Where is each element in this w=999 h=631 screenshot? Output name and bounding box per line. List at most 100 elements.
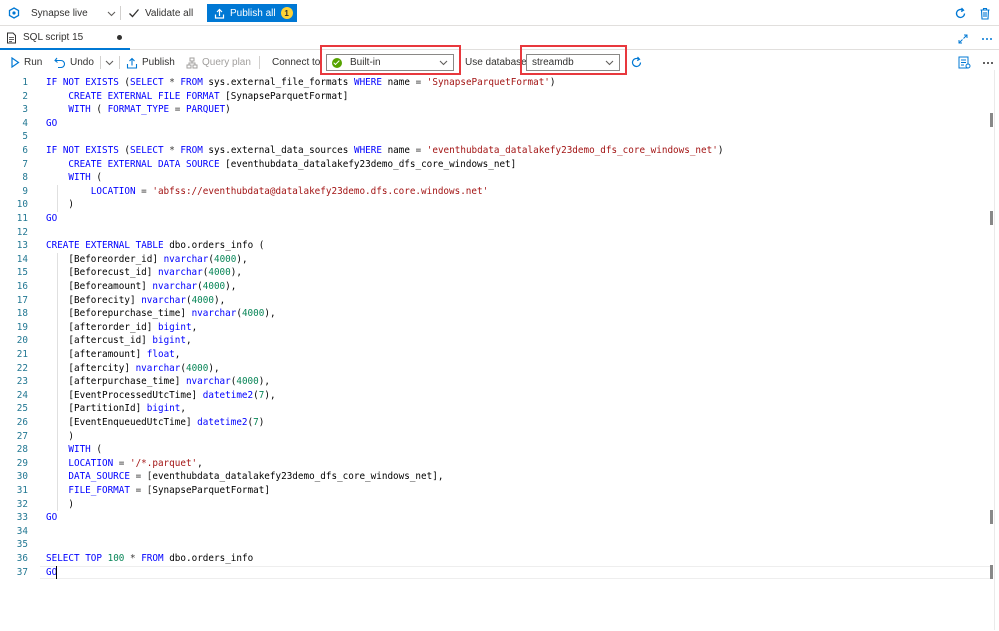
code-line[interactable]: 17 [Beforecity] nvarchar(4000), xyxy=(0,294,990,308)
workspace-mode-dropdown[interactable]: Synapse live xyxy=(8,0,116,26)
editor-toolbar: Run Undo Publish Query plan Connect to B… xyxy=(0,45,999,75)
code-line[interactable]: 21 [afteramount] float, xyxy=(0,348,990,362)
line-number: 5 xyxy=(22,131,28,143)
pending-changes-badge: 1 xyxy=(280,7,293,19)
discard-all-button[interactable] xyxy=(979,0,991,26)
line-number: 14 xyxy=(16,253,28,265)
code-text: [EventEnqueuedUtcTime] datetime2(7) xyxy=(46,417,265,428)
tab-sql-script[interactable]: SQL script 15 xyxy=(0,27,130,50)
query-plan-button[interactable]: Query plan xyxy=(186,51,251,74)
maximize-button[interactable] xyxy=(958,27,968,50)
code-line[interactable]: 31 FILE_FORMAT = [SynapseParquetFormat] xyxy=(0,484,990,498)
run-button[interactable]: Run xyxy=(10,51,42,74)
code-line[interactable]: 4 GO xyxy=(0,117,990,131)
indent-guide xyxy=(57,252,58,512)
more-options-button[interactable] xyxy=(982,51,994,74)
line-number: 12 xyxy=(16,226,28,238)
code-line[interactable]: 9 LOCATION = 'abfss://eventhubdata@datal… xyxy=(0,185,990,199)
properties-button[interactable] xyxy=(958,51,971,74)
line-number: 22 xyxy=(16,362,28,374)
code-text: SELECT TOP 100 * FROM dbo.orders_info xyxy=(46,553,254,564)
scrollbar-marker xyxy=(990,510,993,524)
code-text: [Beforecity] nvarchar(4000), xyxy=(46,294,226,306)
code-text: LOCATION = 'abfss://eventhubdata@datalak… xyxy=(90,185,489,197)
query-plan-icon xyxy=(186,57,198,69)
line-number: 3 xyxy=(22,104,28,116)
line-number: 6 xyxy=(22,145,28,156)
code-text: [afteramount] float, xyxy=(46,349,181,360)
code-line[interactable]: 12 xyxy=(0,226,990,240)
indent-guide xyxy=(57,184,58,212)
code-line[interactable]: 37 GO xyxy=(0,565,990,580)
code-line[interactable]: 7 CREATE EXTERNAL DATA SOURCE [eventhubd… xyxy=(0,158,990,172)
refresh-database-button[interactable] xyxy=(630,51,643,74)
code-text: ) xyxy=(46,430,74,442)
code-line[interactable]: 33 GO xyxy=(0,511,990,525)
code-line[interactable]: 18 [Beforepurchase_time] nvarchar(4000), xyxy=(0,307,990,321)
code-line[interactable]: 32 ) xyxy=(0,498,990,512)
line-number: 37 xyxy=(16,566,28,578)
code-line[interactable]: 8 WITH ( xyxy=(0,171,990,185)
code-line[interactable]: 20 [aftercust_id] bigint, xyxy=(0,334,990,348)
code-line[interactable]: 19 [afterorder_id] bigint, xyxy=(0,321,990,335)
code-line[interactable]: 16 [Beforeamount] nvarchar(4000), xyxy=(0,280,990,294)
line-number: 13 xyxy=(16,240,28,252)
code-line[interactable]: 27 ) xyxy=(0,430,990,444)
code-text: CREATE EXTERNAL TABLE dbo.orders_info ( xyxy=(46,240,265,252)
code-text: [Beforecust_id] nvarchar(4000), xyxy=(46,267,242,279)
synapse-icon xyxy=(8,7,20,19)
vertical-scrollbar[interactable] xyxy=(994,70,995,630)
code-text: WITH ( xyxy=(68,444,102,456)
code-line[interactable]: 30 DATA_SOURCE = [eventhubdata_datalakef… xyxy=(0,470,990,484)
code-line[interactable]: 15 [Beforecust_id] nvarchar(4000), xyxy=(0,266,990,280)
code-line[interactable]: 2 CREATE EXTERNAL FILE FORMAT [SynapsePa… xyxy=(0,90,990,104)
code-text: IF NOT EXISTS (SELECT * FROM sys.externa… xyxy=(46,77,556,88)
code-line[interactable]: 35 xyxy=(0,538,990,552)
code-line[interactable]: 3 WITH ( FORMAT_TYPE = PARQUET) xyxy=(0,103,990,117)
line-number: 27 xyxy=(16,430,28,442)
line-number: 32 xyxy=(16,498,28,510)
expand-icon xyxy=(958,34,968,44)
code-line[interactable]: 6 IF NOT EXISTS (SELECT * FROM sys.extern… xyxy=(0,144,990,158)
more-icon xyxy=(981,37,993,41)
code-line[interactable]: 10 ) xyxy=(0,198,990,212)
validate-all-button[interactable]: Validate all xyxy=(128,0,193,26)
code-line[interactable]: 11 GO xyxy=(0,212,990,226)
sql-script-icon xyxy=(6,32,17,44)
publish-button[interactable]: Publish xyxy=(126,51,175,74)
code-line[interactable]: 13 CREATE EXTERNAL TABLE dbo.orders_info … xyxy=(0,239,990,253)
code-editor[interactable]: 1 IF NOT EXISTS (SELECT * FROM sys.extern… xyxy=(0,75,999,631)
use-database-label: Use database xyxy=(465,51,527,74)
publish-all-button[interactable]: Publish all 1 xyxy=(207,4,297,22)
code-line[interactable]: 5 xyxy=(0,130,990,144)
undo-dropdown[interactable] xyxy=(105,51,114,74)
code-line[interactable]: 28 WITH ( xyxy=(0,443,990,457)
code-line[interactable]: 1 IF NOT EXISTS (SELECT * FROM sys.extern… xyxy=(0,76,990,90)
code-line[interactable]: 36 SELECT TOP 100 * FROM dbo.orders_info xyxy=(0,552,990,566)
more-options-button[interactable] xyxy=(981,27,993,50)
code-line[interactable]: 14 [Beforeorder_id] nvarchar(4000), xyxy=(0,253,990,267)
code-line[interactable]: 24 [EventProcessedUtcTime] datetime2(7), xyxy=(0,389,990,403)
line-number: 7 xyxy=(22,158,28,170)
code-line[interactable]: 29 LOCATION = '/*.parquet', xyxy=(0,457,990,471)
code-line[interactable]: 25 [PartitionId] bigint, xyxy=(0,402,990,416)
code-line[interactable]: 22 [aftercity] nvarchar(4000), xyxy=(0,362,990,376)
refresh-button[interactable] xyxy=(954,0,967,26)
publish-icon xyxy=(126,57,138,69)
code-text: FILE_FORMAT = [SynapseParquetFormat] xyxy=(68,485,270,496)
line-number: 29 xyxy=(16,457,28,469)
code-text: [Beforeamount] nvarchar(4000), xyxy=(46,281,237,292)
line-number: 8 xyxy=(22,172,28,184)
checkmark-icon xyxy=(128,7,140,19)
undo-button[interactable]: Undo xyxy=(54,51,94,74)
line-number: 28 xyxy=(16,444,28,456)
code-text: [EventProcessedUtcTime] datetime2(7), xyxy=(46,389,276,401)
top-bar: Synapse live Validate all Publish all 1 xyxy=(0,0,999,26)
code-text: [afterpurchase_time] nvarchar(4000), xyxy=(46,376,270,388)
code-line[interactable]: 34 xyxy=(0,525,990,539)
code-line[interactable]: 23 [afterpurchase_time] nvarchar(4000), xyxy=(0,375,990,389)
code-line[interactable]: 26 [EventEnqueuedUtcTime] datetime2(7) xyxy=(0,416,990,430)
connect-to-text: Connect to xyxy=(272,57,321,68)
scrollbar-marker xyxy=(990,113,993,127)
refresh-icon xyxy=(630,56,643,69)
